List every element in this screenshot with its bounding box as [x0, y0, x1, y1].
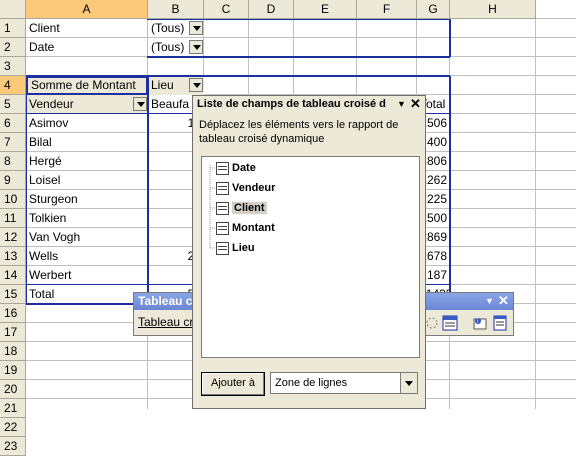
column-header-b[interactable]: B [148, 0, 204, 19]
field-item-vendeur[interactable]: Vendeur [216, 180, 275, 196]
add-to-button[interactable]: Ajouter à [201, 372, 265, 396]
pivot-row-label[interactable]: Bilal [26, 133, 148, 152]
row-header-8[interactable]: 8 [0, 152, 26, 171]
row-header-14[interactable]: 14 [0, 266, 26, 285]
area-dropdown-value: Zone de lignes [275, 377, 348, 389]
pivot-row-label[interactable]: Total [26, 285, 148, 304]
pivot-row-field[interactable]: Vendeur [26, 95, 148, 114]
field-icon [216, 241, 229, 255]
row-header-16[interactable]: 16 [0, 304, 26, 323]
toolbar-options-icon[interactable]: ▼ [485, 295, 495, 307]
field-icon [216, 181, 229, 195]
row-header-1[interactable]: 1 [0, 19, 26, 38]
row-header-19[interactable]: 19 [0, 361, 26, 380]
pivot-row-label[interactable]: Sturgeon [26, 190, 148, 209]
chevron-down-icon[interactable] [133, 97, 147, 111]
column-header-a[interactable]: A [26, 0, 148, 19]
chevron-down-icon[interactable] [400, 373, 417, 393]
pivot-border [449, 19, 451, 57]
column-header-f[interactable]: F [357, 0, 417, 19]
column-header-e[interactable]: E [294, 0, 357, 19]
pivot-table-menu[interactable]: Tableau cro [138, 315, 200, 329]
column-header-h[interactable]: H [450, 0, 536, 19]
row-header-13[interactable]: 13 [0, 247, 26, 266]
field-list-description: Déplacez les éléments vers le rapport de… [199, 119, 399, 145]
pivot-data-field[interactable]: Somme de Montant [26, 76, 148, 95]
row-header-22[interactable]: 22 [0, 418, 26, 437]
filter-label-date[interactable]: Date [26, 38, 148, 57]
column-header-d[interactable]: D [249, 0, 294, 19]
chevron-down-icon[interactable] [189, 21, 203, 35]
pane-options-icon[interactable]: ▼ [397, 98, 407, 110]
row-header-15[interactable]: 15 [0, 285, 26, 304]
column-header-c[interactable]: C [204, 0, 249, 19]
pivot-border [26, 76, 27, 304]
pivot-row-label[interactable]: Hergé [26, 152, 148, 171]
field-label: Client [232, 202, 267, 214]
filter-label-client[interactable]: Client [26, 19, 148, 38]
pivot-row-label[interactable]: Asimov [26, 114, 148, 133]
chevron-down-icon[interactable] [189, 40, 203, 54]
pivot-border [147, 76, 149, 304]
row-header-10[interactable]: 10 [0, 190, 26, 209]
column-header-g[interactable]: G [417, 0, 450, 19]
pivot-row-label[interactable]: Loisel [26, 171, 148, 190]
pivot-border [449, 76, 451, 304]
pivot-row-label[interactable]: Wells [26, 247, 148, 266]
format-report-icon[interactable] [440, 313, 460, 333]
field-item-lieu[interactable]: Lieu [216, 240, 255, 256]
field-label: Vendeur [232, 182, 276, 194]
toolbar-close-icon[interactable]: ✕ [498, 294, 510, 308]
row-header-5[interactable]: 5 [0, 95, 26, 114]
row-header-12[interactable]: 12 [0, 228, 26, 247]
field-list-box: Date Vendeur Client Montant Lieu [201, 156, 420, 358]
row-header-3[interactable]: 3 [0, 57, 26, 76]
field-settings-icon[interactable]: i [470, 313, 490, 333]
field-icon [216, 221, 229, 235]
pivot-border [26, 75, 450, 77]
pivot-row-label[interactable]: Van Vogh [26, 228, 148, 247]
pivot-field-list-pane: Liste de champs de tableau croisé d ▼ ✕ … [192, 95, 426, 409]
row-header-11[interactable]: 11 [0, 209, 26, 228]
row-header-17[interactable]: 17 [0, 323, 26, 342]
pane-close-icon[interactable]: ✕ [410, 96, 422, 112]
pivot-border [147, 19, 450, 20]
field-label: Montant [232, 222, 275, 234]
field-item-montant[interactable]: Montant [216, 220, 275, 236]
field-icon [216, 161, 229, 175]
field-label: Lieu [232, 242, 255, 254]
field-icon [216, 201, 229, 215]
field-label: Date [232, 162, 256, 174]
row-header-2[interactable]: 2 [0, 38, 26, 57]
row-header-23[interactable]: 23 [0, 437, 26, 456]
pivot-border [147, 56, 450, 58]
area-dropdown[interactable]: Zone de lignes [270, 372, 418, 394]
row-header-9[interactable]: 9 [0, 171, 26, 190]
row-header-20[interactable]: 20 [0, 380, 26, 399]
chevron-down-icon[interactable] [189, 78, 203, 92]
row-header-7[interactable]: 7 [0, 133, 26, 152]
show-field-list-icon[interactable] [490, 313, 510, 333]
field-list-title[interactable]: Liste de champs de tableau croisé d [193, 96, 425, 112]
row-header-6[interactable]: 6 [0, 114, 26, 133]
row-header-18[interactable]: 18 [0, 342, 26, 361]
pivot-row-label[interactable]: Werbert [26, 266, 148, 285]
field-item-client[interactable]: Client [216, 200, 267, 216]
pivot-row-label[interactable]: Tolkien [26, 209, 148, 228]
field-item-date[interactable]: Date [216, 160, 256, 176]
row-header-4[interactable]: 4 [0, 76, 26, 95]
select-all-corner[interactable] [0, 0, 26, 19]
